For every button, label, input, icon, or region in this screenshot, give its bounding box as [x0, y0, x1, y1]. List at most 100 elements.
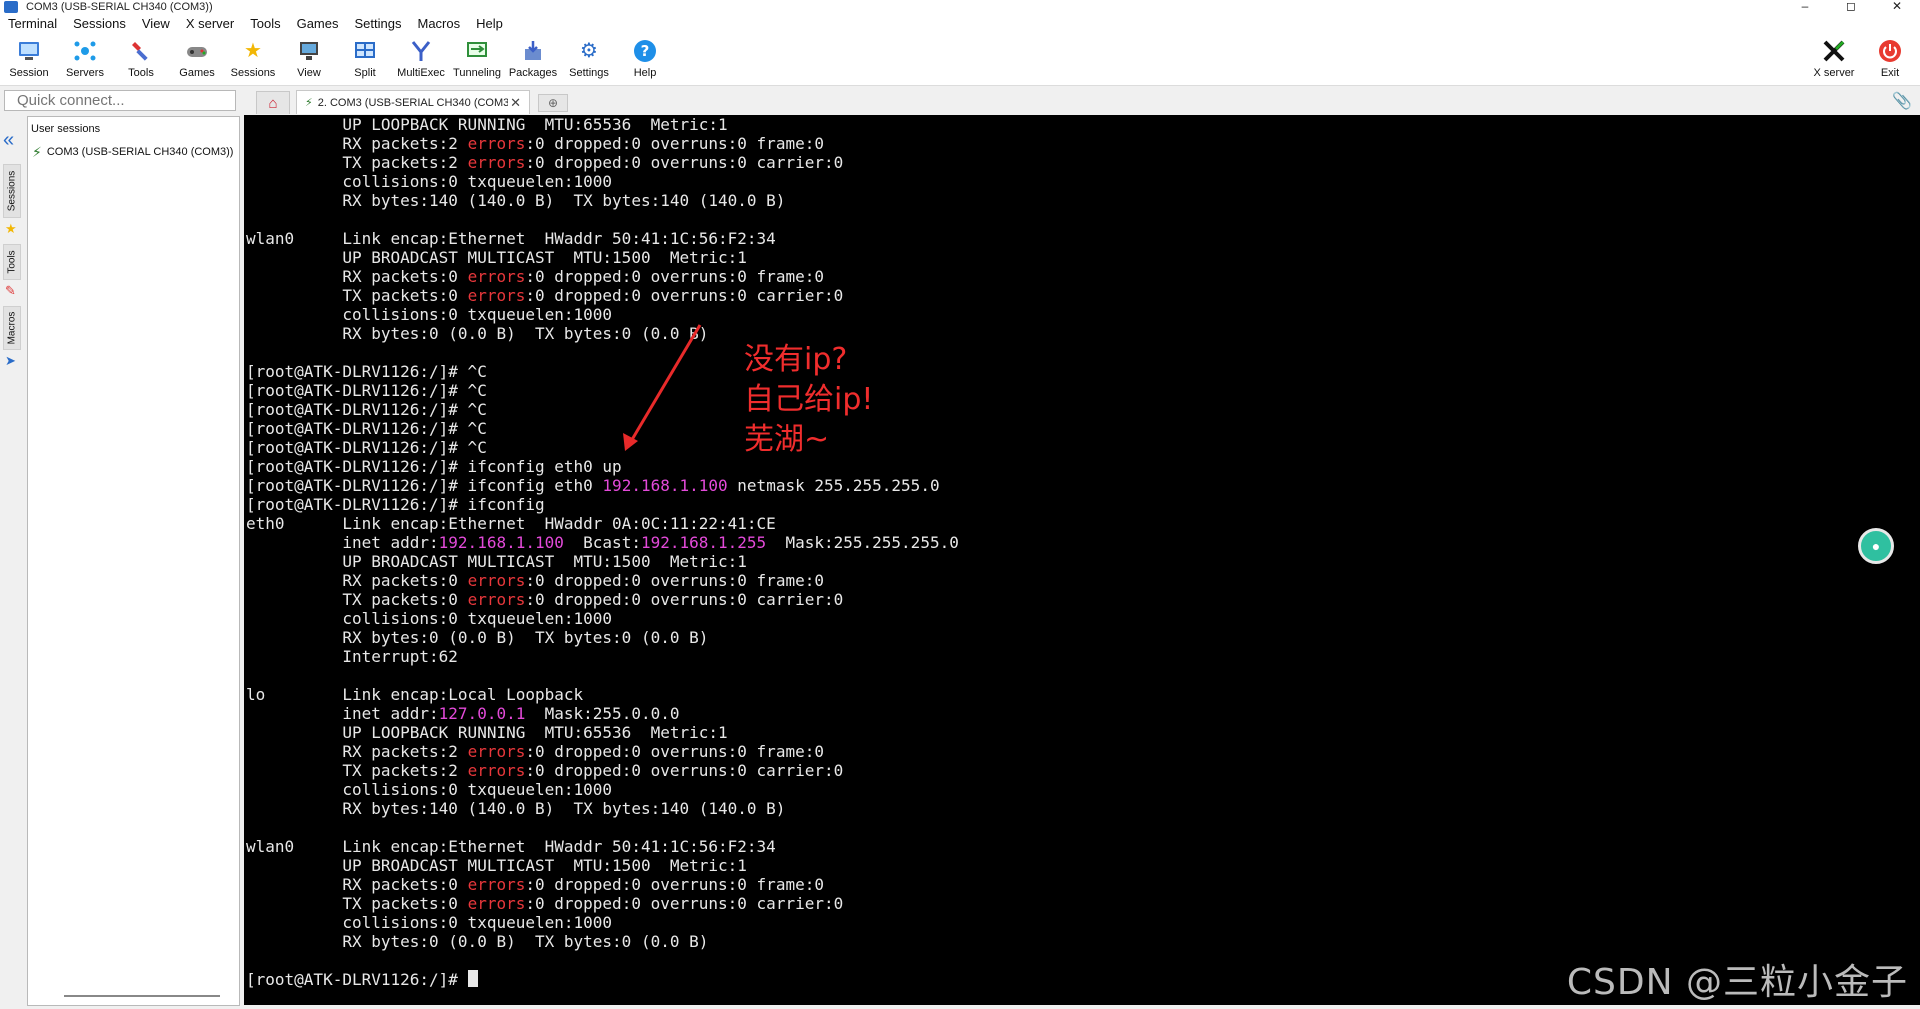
session-button[interactable]: Session	[1, 38, 57, 84]
errors-label: errors	[467, 590, 526, 609]
games-button[interactable]: Games	[169, 38, 225, 84]
macros-side-icon: ➤	[5, 353, 16, 368]
collapse-sidebar-icon[interactable]: «	[3, 130, 14, 150]
menu-xserver[interactable]: X server	[178, 14, 242, 34]
paperclip-icon[interactable]: 📎	[1892, 91, 1912, 111]
window-title: COM3 (USB-SERIAL CH340 (COM3))	[26, 1, 213, 13]
tools-button[interactable]: Tools	[113, 38, 169, 84]
quick-connect-input[interactable]	[4, 90, 236, 111]
menu-macros[interactable]: Macros	[409, 14, 468, 34]
terminal-text: Interrupt:62	[246, 647, 458, 666]
tab-close-icon[interactable]: ✕	[510, 95, 521, 111]
terminal-text: [root@ATK-DLRV1126:/]# ^C	[246, 381, 487, 400]
terminal-line: [root@ATK-DLRV1126:/]# ifconfig eth0 192…	[246, 476, 959, 495]
terminal-line: RX bytes:0 (0.0 B) TX bytes:0 (0.0 B)	[246, 932, 959, 951]
terminal-text: Bcast:	[563, 533, 641, 552]
terminal-text: RX bytes:140 (140.0 B) TX bytes:140 (140…	[246, 191, 786, 210]
terminal-line: RX packets:2 errors:0 dropped:0 overruns…	[246, 742, 959, 761]
terminal-text: collisions:0 txqueuelen:1000	[246, 305, 613, 324]
maximize-button[interactable]: ◻	[1828, 0, 1874, 12]
terminal-text: RX packets:0	[246, 571, 468, 590]
terminal-text: :0 dropped:0 overruns:0 carrier:0	[525, 286, 844, 305]
menu-settings[interactable]: Settings	[347, 14, 410, 34]
terminal-line: collisions:0 txqueuelen:1000	[246, 913, 959, 932]
terminal-line: RX packets:0 errors:0 dropped:0 overruns…	[246, 267, 959, 286]
packages-icon	[520, 38, 546, 64]
terminal-text: :0 dropped:0 overruns:0 carrier:0	[525, 153, 844, 172]
errors-label: errors	[467, 894, 526, 913]
annotation-line: 自己给ip!	[744, 382, 874, 417]
view-icon	[296, 38, 322, 64]
terminal-line: [root@ATK-DLRV1126:/]#	[246, 970, 959, 989]
sessions-button[interactable]: ★ Sessions	[225, 38, 281, 84]
menu-bar: Terminal Sessions View X server Tools Ga…	[0, 14, 1920, 34]
xserver-button[interactable]: X server	[1806, 38, 1862, 84]
terminal-text: wlan0 Link encap:Ethernet HWaddr 50:41:1…	[246, 837, 776, 856]
multiexec-button[interactable]: MultiExec	[393, 38, 449, 84]
errors-label: errors	[467, 134, 526, 153]
terminal-line: UP BROADCAST MULTICAST MTU:1500 Metric:1	[246, 552, 959, 571]
sidetab-macros[interactable]: Macros	[3, 306, 21, 350]
terminal-line: inet addr:192.168.1.100 Bcast:192.168.1.…	[246, 533, 959, 552]
errors-label: errors	[467, 286, 526, 305]
terminal-line: collisions:0 txqueuelen:1000	[246, 305, 959, 324]
servers-button[interactable]: Servers	[57, 38, 113, 84]
terminal-text: UP BROADCAST MULTICAST MTU:1500 Metric:1	[246, 248, 747, 267]
terminal-view[interactable]: UP LOOPBACK RUNNING MTU:65536 Metric:1 R…	[244, 115, 1920, 1005]
terminal-text: :0 dropped:0 overruns:0 carrier:0	[525, 894, 844, 913]
menu-games[interactable]: Games	[289, 14, 347, 34]
session-icon	[16, 38, 42, 64]
session-item-com3[interactable]: ⚡ COM3 (USB-SERIAL CH340 (COM3))	[32, 143, 237, 161]
tools-side-icon: ✎	[5, 283, 16, 298]
terminal-line: RX packets:2 errors:0 dropped:0 overruns…	[246, 134, 959, 153]
terminal-line: UP BROADCAST MULTICAST MTU:1500 Metric:1	[246, 856, 959, 875]
sessions-panel: User sessions ⚡ COM3 (USB-SERIAL CH340 (…	[27, 116, 240, 1006]
close-window-button[interactable]: ✕	[1874, 0, 1920, 12]
terminal-text: TX packets:0	[246, 286, 468, 305]
packages-button[interactable]: Packages	[505, 38, 561, 84]
terminal-line: TX packets:0 errors:0 dropped:0 overruns…	[246, 894, 959, 913]
games-icon	[184, 38, 210, 64]
terminal-line: eth0 Link encap:Ethernet HWaddr 0A:0C:11…	[246, 514, 959, 533]
exit-button[interactable]: Exit	[1862, 38, 1918, 84]
floating-assistant-icon[interactable]: ●	[1858, 528, 1894, 564]
menu-view[interactable]: View	[134, 14, 178, 34]
terminal-text: RX packets:2	[246, 742, 468, 761]
csdn-watermark: CSDN @三粒小金子	[1566, 962, 1908, 1003]
view-button[interactable]: View	[281, 38, 337, 84]
errors-label: errors	[467, 761, 526, 780]
ip-address: 192.168.1.100	[438, 533, 564, 552]
tabs-bar: ⌂ ⚡ 2. COM3 (USB-SERIAL CH340 (COM3)) ✕ …	[0, 87, 1920, 114]
tunneling-icon	[464, 38, 490, 64]
tools-icon	[128, 38, 154, 64]
new-tab-button[interactable]: ⊕	[538, 94, 568, 112]
menu-help[interactable]: Help	[468, 14, 511, 34]
terminal-text: lo Link encap:Local Loopback	[246, 685, 584, 704]
help-button[interactable]: ? Help	[617, 38, 673, 84]
home-tab[interactable]: ⌂	[256, 91, 290, 114]
menu-sessions[interactable]: Sessions	[65, 14, 134, 34]
split-button[interactable]: Split	[337, 38, 393, 84]
terminal-line: RX packets:0 errors:0 dropped:0 overruns…	[246, 875, 959, 894]
panel-scrollbar[interactable]	[64, 995, 220, 997]
sidetab-sessions[interactable]: Sessions	[3, 164, 21, 218]
minimize-button[interactable]: –	[1782, 0, 1828, 12]
terminal-line: TX packets:0 errors:0 dropped:0 overruns…	[246, 590, 959, 609]
errors-label: errors	[467, 571, 526, 590]
settings-button[interactable]: ⚙ Settings	[561, 38, 617, 84]
multiexec-icon	[408, 38, 434, 64]
menu-tools[interactable]: Tools	[242, 14, 288, 34]
tunneling-button[interactable]: Tunneling	[449, 38, 505, 84]
terminal-text: inet addr:	[246, 704, 439, 723]
sidetab-tools[interactable]: Tools	[3, 244, 21, 280]
terminal-text: netmask 255.255.255.0	[727, 476, 940, 495]
tab-com3[interactable]: ⚡ 2. COM3 (USB-SERIAL CH340 (COM3)) ✕	[296, 90, 530, 114]
terminal-text: TX packets:0	[246, 590, 468, 609]
terminal-text: RX bytes:0 (0.0 B) TX bytes:0 (0.0 B)	[246, 628, 709, 647]
terminal-text: collisions:0 txqueuelen:1000	[246, 913, 613, 932]
menu-terminal[interactable]: Terminal	[0, 14, 65, 34]
terminal-line: TX packets:2 errors:0 dropped:0 overruns…	[246, 761, 959, 780]
terminal-line: RX bytes:0 (0.0 B) TX bytes:0 (0.0 B)	[246, 628, 959, 647]
